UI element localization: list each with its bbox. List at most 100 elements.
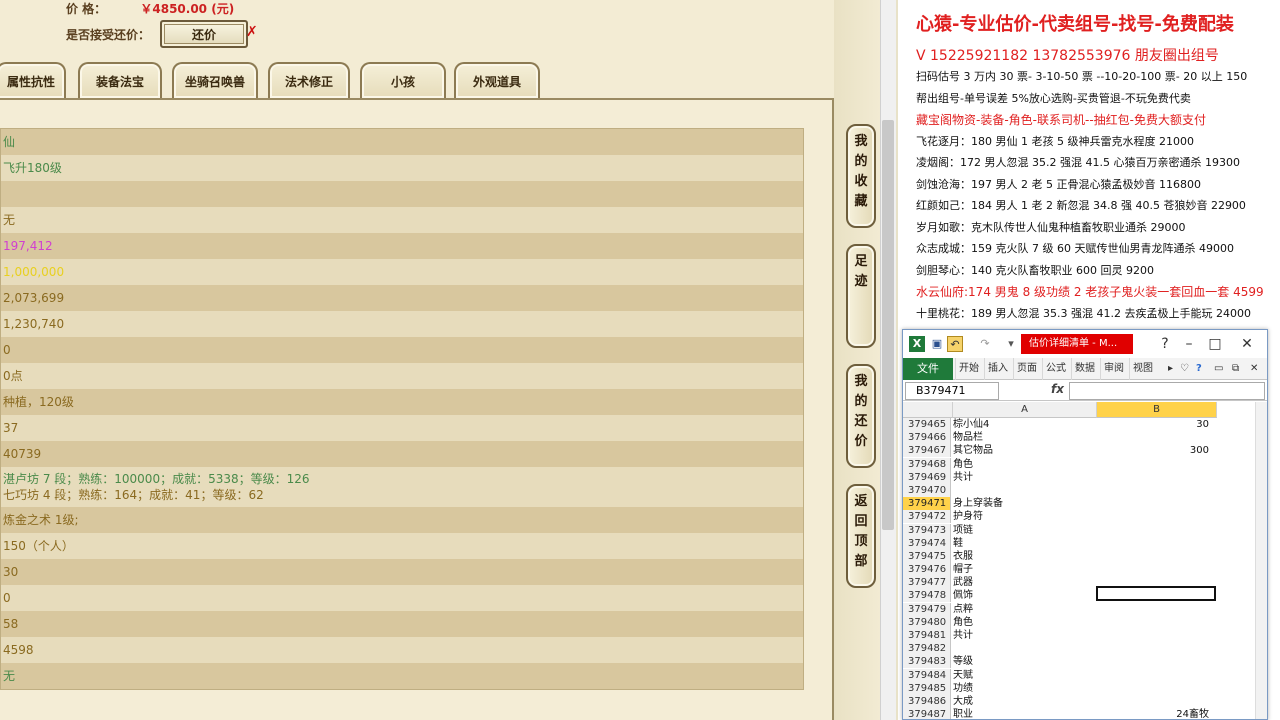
ribbon-options-icon[interactable]: ?	[1155, 334, 1175, 354]
excel-vertical-scrollbar[interactable]	[1255, 402, 1267, 719]
cell-a[interactable]: 等级	[953, 655, 1093, 668]
cell-a[interactable]: 项链	[953, 524, 1093, 537]
table-row[interactable]: 379470	[903, 483, 1267, 497]
my-offers-button[interactable]: 我的还价	[846, 364, 876, 468]
row-number[interactable]: 379486	[903, 694, 951, 708]
row-number[interactable]: 379466	[903, 431, 951, 445]
table-row[interactable]: 379483 等级	[903, 655, 1267, 669]
save-icon[interactable]: ▣	[929, 336, 945, 352]
history-button[interactable]: 足迹	[846, 244, 876, 348]
cell-a[interactable]: 帽子	[953, 563, 1093, 576]
row-number[interactable]: 379478	[903, 589, 951, 603]
table-row[interactable]: 379465 棕小仙4 30	[903, 418, 1267, 431]
window-close-icon[interactable]: ✕	[1247, 358, 1261, 380]
row-number[interactable]: 379487	[903, 708, 951, 719]
cell-b[interactable]: 300	[1097, 444, 1215, 457]
table-row[interactable]: 379471 身上穿装备	[903, 497, 1267, 511]
table-row[interactable]: 379482	[903, 642, 1267, 656]
ribbon-tab[interactable]: 视图	[1129, 358, 1156, 380]
row-number[interactable]: 379477	[903, 576, 951, 590]
row-number[interactable]: 379482	[903, 642, 951, 656]
select-all-corner[interactable]	[903, 402, 953, 418]
row-number[interactable]: 379481	[903, 629, 951, 642]
row-number[interactable]: 379470	[903, 483, 951, 497]
customize-toolbar-icon[interactable]: ▾	[1003, 336, 1019, 352]
collapse-icon[interactable]: ♡	[1177, 358, 1192, 380]
tab-spells[interactable]: 法术修正	[268, 62, 350, 98]
close-button[interactable]: ✕	[1237, 334, 1257, 354]
cell-a[interactable]: 棕小仙4	[953, 418, 1093, 431]
row-number[interactable]: 379465	[903, 418, 951, 431]
tab-mounts-pets[interactable]: 坐骑召唤兽	[172, 62, 258, 98]
cell-a[interactable]: 衣服	[953, 550, 1093, 563]
tab-equipment[interactable]: 装备法宝	[78, 62, 162, 98]
back-to-top-button[interactable]: 返回顶部	[846, 484, 876, 588]
cell-a[interactable]: 共计	[953, 471, 1093, 484]
row-number[interactable]: 379475	[903, 549, 951, 563]
ribbon-tab[interactable]: 公式	[1042, 358, 1069, 380]
formula-input[interactable]	[1069, 382, 1265, 400]
counter-offer-button[interactable]: 还价	[160, 20, 248, 48]
close-icon[interactable]: ✗	[246, 24, 258, 40]
redo-icon[interactable]: ↷	[977, 336, 993, 352]
row-number[interactable]: 379483	[903, 655, 951, 669]
tab-attributes[interactable]: 属性抗性	[0, 62, 66, 98]
row-number[interactable]: 379473	[903, 523, 951, 537]
page-scrollbar-thumb[interactable]	[882, 120, 894, 530]
ribbon-tab[interactable]: 开始	[955, 358, 982, 380]
row-number[interactable]: 379472	[903, 510, 951, 524]
cell-a[interactable]: 点粹	[953, 603, 1093, 616]
table-row[interactable]: 379479 点粹	[903, 602, 1267, 616]
table-row[interactable]: 379472 护身符	[903, 510, 1267, 524]
table-row[interactable]: 379484 天赋	[903, 668, 1267, 682]
cell-a[interactable]: 佩饰	[953, 589, 1093, 602]
table-row[interactable]: 379475 衣服	[903, 549, 1267, 563]
window-restore-icon[interactable]: ⧉	[1229, 358, 1242, 380]
cell-a[interactable]: 护身符	[953, 510, 1093, 523]
table-row[interactable]: 379487 职业 24畜牧	[903, 708, 1267, 719]
name-box[interactable]: B379471	[905, 382, 999, 400]
window-minimize-icon[interactable]: ▭	[1211, 358, 1226, 380]
ribbon-tab[interactable]: 数据	[1071, 358, 1098, 380]
tab-file[interactable]: 文件	[903, 358, 953, 380]
row-number[interactable]: 379471	[903, 497, 951, 511]
row-number[interactable]: 379467	[903, 444, 951, 458]
table-row[interactable]: 379486 大成	[903, 694, 1267, 708]
cell-a[interactable]: 功绩	[953, 682, 1093, 695]
cell-a[interactable]: 物品栏	[953, 431, 1093, 444]
cell-a[interactable]: 角色	[953, 458, 1093, 471]
table-row[interactable]: 379474 鞋	[903, 536, 1267, 550]
ribbon-tab[interactable]: 页面	[1013, 358, 1040, 380]
row-number[interactable]: 379480	[903, 615, 951, 629]
cell-a[interactable]: 天赋	[953, 669, 1093, 682]
tab-appearance[interactable]: 外观道具	[454, 62, 540, 98]
help-icon[interactable]: ?	[1193, 358, 1205, 380]
row-number[interactable]: 379485	[903, 681, 951, 695]
table-row[interactable]: 379466 物品栏	[903, 431, 1267, 445]
minimize-button[interactable]: –	[1179, 334, 1199, 354]
cell-a[interactable]: 鞋	[953, 537, 1093, 550]
table-row[interactable]: 379480 角色	[903, 615, 1267, 629]
row-number[interactable]: 379474	[903, 536, 951, 550]
row-number[interactable]: 379469	[903, 470, 951, 484]
spreadsheet-grid[interactable]: 379465 棕小仙4 30 379466 物品栏 379467 其它物品 300 379468…	[903, 418, 1267, 719]
cell-a[interactable]: 职业	[953, 708, 1093, 719]
row-number[interactable]: 379479	[903, 602, 951, 616]
table-row[interactable]: 379467 其它物品 300	[903, 444, 1267, 458]
cell-b[interactable]: 24畜牧	[1097, 708, 1215, 719]
cell-a[interactable]: 武器	[953, 576, 1093, 589]
row-number[interactable]: 379468	[903, 457, 951, 471]
cell-a[interactable]: 大成	[953, 695, 1093, 708]
row-number[interactable]: 379484	[903, 668, 951, 682]
cell-a[interactable]: 身上穿装备	[953, 497, 1093, 510]
row-number[interactable]: 379476	[903, 563, 951, 577]
fx-icon[interactable]: fx	[1051, 382, 1064, 396]
cell-a[interactable]: 共计	[953, 629, 1093, 642]
table-row[interactable]: 379468 角色	[903, 457, 1267, 471]
table-row[interactable]: 379473 项链	[903, 523, 1267, 537]
tab-child[interactable]: 小孩	[360, 62, 446, 98]
table-row[interactable]: 379476 帽子	[903, 563, 1267, 577]
cell-b[interactable]: 30	[1097, 418, 1215, 431]
table-row[interactable]: 379481 共计	[903, 629, 1267, 642]
maximize-button[interactable]: □	[1205, 334, 1225, 354]
